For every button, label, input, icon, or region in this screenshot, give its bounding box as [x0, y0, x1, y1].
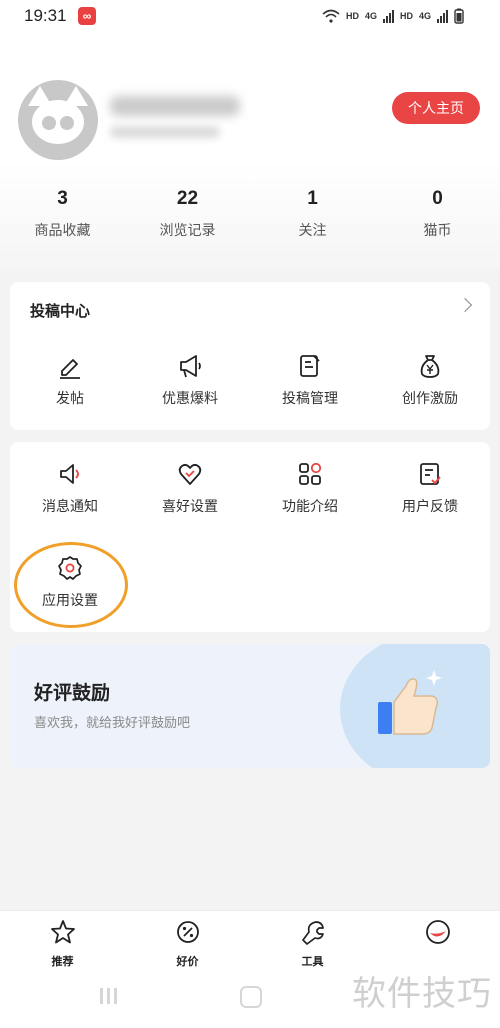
submission-icon-row: 发帖 优惠爆料 投稿管理 创作激励: [10, 352, 490, 408]
thumbs-up-icon: [378, 670, 442, 735]
nav-profile[interactable]: [375, 919, 500, 969]
watermark-text: 软件技巧: [352, 974, 492, 1014]
deal-report-button[interactable]: 优惠爆料: [130, 352, 250, 408]
creation-reward-label: 创作激励: [402, 390, 458, 406]
stat-label: 浏览记录: [159, 222, 216, 238]
network-label-2: 4G: [418, 11, 431, 21]
battery-icon: [454, 8, 464, 24]
system-home-button[interactable]: [240, 986, 262, 1008]
chevron-right-icon[interactable]: [457, 297, 473, 313]
system-recent-apps-button[interactable]: [100, 988, 117, 1004]
submission-manage-button[interactable]: 投稿管理: [250, 352, 370, 408]
homepage-button[interactable]: 个人主页: [392, 92, 480, 124]
megaphone-icon: [180, 355, 201, 378]
stat-following[interactable]: 1 关注: [250, 188, 375, 240]
submission-center-title[interactable]: 投稿中心: [30, 300, 90, 321]
stat-coins[interactable]: 0 猫币: [375, 188, 500, 240]
edit-doc-icon: [300, 355, 320, 377]
app-icon: ∞: [78, 7, 96, 25]
money-bag-icon: [420, 355, 440, 378]
feedback-icon: [420, 463, 441, 485]
hd-label-1: HD: [345, 11, 359, 21]
stat-label: 商品收藏: [34, 222, 91, 238]
wifi-icon: [322, 9, 340, 23]
post-button[interactable]: 发帖: [10, 352, 130, 408]
username-blurred: [110, 96, 240, 116]
notifications-label: 消息通知: [42, 498, 98, 514]
wrench-icon: [301, 921, 324, 945]
services-icon-row-1: 消息通知 喜好设置 功能介绍 用户反馈: [10, 460, 490, 516]
status-indicators: HD 4G HD 4G: [322, 8, 464, 24]
network-label-1: 4G: [364, 11, 377, 21]
avatar-eye-right: [60, 116, 74, 130]
creation-reward-button[interactable]: 创作激励: [370, 352, 490, 408]
rate-banner[interactable]: 好评鼓励 喜欢我，就给我好评鼓励吧: [10, 644, 490, 768]
preferences-label: 喜好设置: [162, 498, 218, 514]
nav-deals[interactable]: 好价: [125, 919, 250, 969]
nav-tools[interactable]: 工具: [250, 919, 375, 969]
stat-value: 22: [176, 188, 199, 209]
stat-value: 3: [57, 188, 68, 209]
signal-icon-2: [437, 9, 448, 23]
submission-manage-label: 投稿管理: [282, 390, 338, 406]
profile-icon: [425, 920, 450, 944]
nav-recommend-label: 推荐: [51, 956, 74, 968]
user-id-blurred: [110, 126, 220, 138]
status-bar: 19:31 ∞ HD 4G HD 4G: [0, 0, 500, 32]
feedback-label: 用户反馈: [402, 498, 458, 514]
highlight-circle-annotation: [14, 542, 128, 628]
status-time: 19:31: [24, 6, 67, 25]
star-icon: [50, 920, 75, 944]
stat-label: 猫币: [423, 222, 452, 238]
hd-label-2: HD: [399, 11, 413, 21]
avatar-eye-left: [42, 116, 56, 130]
submission-center-card: 投稿中心 发帖 优惠爆料 投稿管理 创作激励: [10, 282, 490, 430]
stat-value: 1: [307, 188, 318, 209]
post-label: 发帖: [56, 390, 84, 406]
rate-subtitle: 喜欢我，就给我好评鼓励吧: [34, 715, 191, 730]
speaker-icon: [60, 464, 79, 484]
stat-favorites[interactable]: 3 商品收藏: [0, 188, 125, 240]
discount-icon: [176, 921, 199, 943]
stat-label: 关注: [298, 222, 327, 238]
heart-icon: [178, 463, 202, 485]
nav-recommend[interactable]: 推荐: [0, 919, 125, 969]
avatar[interactable]: [18, 80, 98, 160]
notifications-button[interactable]: 消息通知: [10, 460, 130, 516]
grid-icon: [299, 462, 322, 485]
nav-deals-label: 好价: [176, 956, 199, 968]
avatar-face: [32, 100, 84, 144]
features-intro-button[interactable]: 功能介绍: [250, 460, 370, 516]
deal-report-label: 优惠爆料: [162, 390, 218, 406]
features-intro-label: 功能介绍: [282, 498, 338, 514]
feedback-button[interactable]: 用户反馈: [370, 460, 490, 516]
stat-value: 0: [432, 188, 443, 209]
preferences-button[interactable]: 喜好设置: [130, 460, 250, 516]
rate-title: 好评鼓励: [34, 683, 111, 704]
stats-row: 3 商品收藏 22 浏览记录 1 关注 0 猫币: [0, 188, 500, 240]
pen-icon: [60, 359, 80, 379]
signal-icon: [382, 9, 394, 23]
stat-history[interactable]: 22 浏览记录: [125, 188, 250, 240]
